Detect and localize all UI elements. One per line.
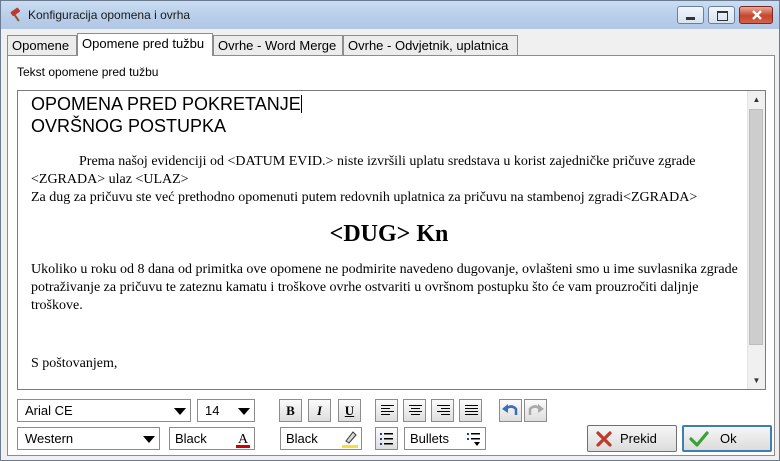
- scroll-thumb[interactable]: [749, 109, 763, 345]
- amount-line: <DUG> Kn: [329, 221, 449, 247]
- close-button[interactable]: [739, 6, 773, 24]
- scroll-up-icon[interactable]: ▲: [748, 91, 765, 108]
- paragraph-2: Za dug za pričuvu ste već prethodno opom…: [31, 190, 698, 205]
- font-name-select[interactable]: Arial CE: [17, 399, 191, 422]
- undo-icon: [502, 404, 518, 415]
- cross-icon: [596, 431, 612, 447]
- ok-label: Ok: [720, 431, 737, 446]
- highlight-color-select[interactable]: Black: [280, 427, 362, 450]
- bullets-value: Bullets: [410, 431, 450, 446]
- redo-icon: [528, 404, 544, 415]
- hammer-icon: [10, 7, 21, 22]
- redo-button[interactable]: [524, 399, 547, 422]
- vertical-scrollbar[interactable]: ▲ ▼: [747, 91, 765, 389]
- font-name-value: Arial CE: [25, 403, 73, 418]
- script-select[interactable]: Western: [17, 427, 160, 450]
- bold-button[interactable]: B: [279, 399, 302, 422]
- highlight-color-value: Black: [286, 431, 318, 446]
- minimize-icon: [686, 17, 695, 20]
- font-size-select[interactable]: 14: [197, 399, 255, 422]
- paragraph-1: Prema našoj evidenciji od <DATUM EVID.> …: [31, 154, 696, 187]
- tab-ovrhe-word-merge[interactable]: Ovrhe - Word Merge: [213, 35, 343, 55]
- italic-button[interactable]: I: [308, 399, 331, 422]
- svg-text:A: A: [238, 432, 249, 447]
- chevron-down-icon[interactable]: [169, 400, 190, 421]
- highlighter-icon[interactable]: [340, 428, 360, 449]
- tab-ovrhe-odvjetnik[interactable]: Ovrhe - Odvjetnik, uplatnica: [343, 35, 518, 55]
- rich-text-editor[interactable]: OPOMENA PRED POKRETANJE OVRŠNOG POSTUPKA …: [17, 90, 766, 390]
- chevron-down-icon[interactable]: [233, 400, 254, 421]
- undo-button[interactable]: [499, 399, 522, 422]
- font-color-value: Black: [175, 431, 207, 446]
- underline-button[interactable]: U: [338, 399, 361, 422]
- align-center-icon: [409, 405, 422, 417]
- font-color-select[interactable]: Black A: [169, 427, 255, 450]
- align-right-icon: [437, 405, 450, 417]
- cancel-label: Prekid: [620, 431, 657, 446]
- dialog-window: Konfiguracija opomena i ovrha Opomene Op…: [0, 0, 780, 461]
- align-left-icon: [381, 405, 394, 417]
- align-center-button[interactable]: [403, 399, 426, 422]
- paragraph-3: Ukoliko u roku od 8 dana od primitka ove…: [31, 262, 738, 313]
- tab-opomene-pred-tuzbu[interactable]: Opomene pred tužbu: [77, 33, 213, 56]
- document-heading: OPOMENA PRED POKRETANJE OVRŠNOG POSTUPKA: [31, 94, 302, 136]
- bullet-list-icon: [380, 433, 393, 445]
- list-style-icon[interactable]: [464, 428, 484, 449]
- tab-opomene[interactable]: Opomene: [7, 35, 77, 55]
- document-content: OPOMENA PRED POKRETANJE OVRŠNOG POSTUPKA …: [31, 93, 747, 373]
- closing-line: S poštovanjem,: [31, 356, 118, 371]
- window-title: Konfiguracija opomena i ovrha: [28, 8, 191, 22]
- align-right-button[interactable]: [431, 399, 454, 422]
- maximize-button[interactable]: [708, 6, 735, 24]
- checkmark-icon: [689, 431, 709, 447]
- section-label: Tekst opomene pred tužbu: [17, 65, 159, 79]
- maximize-icon: [717, 11, 728, 21]
- font-size-value: 14: [205, 403, 220, 418]
- script-value: Western: [25, 431, 74, 446]
- scroll-down-icon[interactable]: ▼: [748, 372, 765, 389]
- text-caret: [300, 95, 302, 113]
- bullets-select[interactable]: Bullets: [404, 427, 486, 450]
- minimize-button[interactable]: [677, 6, 704, 24]
- title-bar: Konfiguracija opomena i ovrha: [1, 1, 779, 29]
- font-color-icon[interactable]: A: [233, 428, 253, 449]
- cancel-button[interactable]: Prekid: [587, 425, 677, 452]
- ok-button[interactable]: Ok: [682, 425, 772, 452]
- close-icon: [752, 10, 762, 20]
- justify-button[interactable]: [459, 399, 482, 422]
- justify-icon: [465, 405, 478, 417]
- bullet-list-button[interactable]: [375, 427, 398, 450]
- chevron-down-icon[interactable]: [138, 428, 159, 449]
- align-left-button[interactable]: [375, 399, 398, 422]
